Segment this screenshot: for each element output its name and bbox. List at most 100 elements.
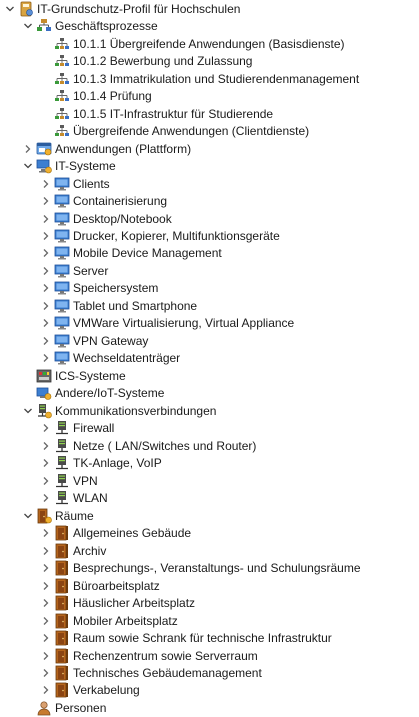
tree-item-server[interactable]: Server [40, 262, 108, 280]
chevron-right-icon[interactable] [40, 632, 52, 644]
tree-item-technisches-gebaeudemanagement[interactable]: Technisches Gebäudemanagement [40, 664, 262, 682]
ics-systems-icon [36, 368, 52, 384]
tree-item-label: IT-Systeme [55, 159, 116, 174]
tree-item-it-grundschutz-profil-fuer-hochschulen[interactable]: IT-Grundschutz-Profil für Hochschulen [4, 0, 240, 18]
tree-item-rechenzentrum-sowie-serverraum[interactable]: Rechenzentrum sowie Serverraum [40, 647, 258, 665]
room-icon [54, 595, 70, 611]
tree-item-10-1-2-bewerbung-und-zulassung[interactable]: 10.1.2 Bewerbung und Zulassung [40, 52, 252, 70]
chevron-right-icon[interactable] [40, 213, 52, 225]
chevron-right-icon[interactable] [40, 335, 52, 347]
tree-item-label: Tablet und Smartphone [73, 298, 198, 313]
tree-item-label: WLAN [73, 491, 108, 506]
tree-item-label: Übergreifende Anwendungen (Clientdienste… [73, 124, 310, 139]
tree-item-vpn-gateway[interactable]: VPN Gateway [40, 332, 148, 350]
tree-item-geschaeftsprozesse[interactable]: Geschäftsprozesse [22, 17, 158, 35]
chevron-right-icon[interactable] [40, 178, 52, 190]
tree-item-besprechungs-veranstaltungs-und-schulungsraeume[interactable]: Besprechungs-, Veranstaltungs- und Schul… [40, 559, 361, 577]
chevron-right-icon[interactable] [22, 143, 34, 155]
chevron-right-icon[interactable] [40, 457, 52, 469]
tree-item-andere-iot-systeme[interactable]: Andere/IoT-Systeme [22, 385, 164, 403]
tree-item-label: Clients [73, 176, 110, 191]
tree-item-personen[interactable]: Personen [22, 699, 106, 717]
tree-item-label: Räume [55, 508, 94, 523]
tree-item-haeuslicher-arbeitsplatz[interactable]: Häuslicher Arbeitsplatz [40, 594, 195, 612]
tree-item-10-1-3-immatrikulation-und-studierendenmanagement[interactable]: 10.1.3 Immatrikulation und Studierendenm… [40, 70, 359, 88]
chevron-down-icon[interactable] [4, 3, 16, 15]
chevron-down-icon[interactable] [22, 160, 34, 172]
chevron-right-icon[interactable] [40, 422, 52, 434]
tree-item-allgemeines-gebaeude[interactable]: Allgemeines Gebäude [40, 524, 191, 542]
chevron-right-icon[interactable] [40, 615, 52, 627]
tree-item-bueroarbeitsplatz[interactable]: Büroarbeitsplatz [40, 577, 160, 595]
tree-item-anwendungen-plattform[interactable]: Anwendungen (Plattform) [22, 140, 191, 158]
tree-item-tk-anlage-voip[interactable]: TK-Anlage, VoIP [40, 454, 162, 472]
tree-item-containerisierung[interactable]: Containerisierung [40, 192, 167, 210]
tree-item-tablet-und-smartphone[interactable]: Tablet und Smartphone [40, 297, 197, 315]
tree-item-clients[interactable]: Clients [40, 175, 110, 193]
tree-item-verkabelung[interactable]: Verkabelung [40, 682, 140, 700]
room-icon [54, 613, 70, 629]
tree-item-vpn[interactable]: VPN [40, 472, 98, 490]
tree-item-wlan[interactable]: WLAN [40, 489, 108, 507]
chevron-right-icon[interactable] [40, 195, 52, 207]
tree-item-drucker-kopierer-multifunktionsgeraete[interactable]: Drucker, Kopierer, Multifunktionsgeräte [40, 227, 280, 245]
chevron-down-icon[interactable] [22, 510, 34, 522]
tree-item-ics-systeme[interactable]: ICS-Systeme [22, 367, 126, 385]
chevron-right-icon[interactable] [40, 265, 52, 277]
tree-item-label: Containerisierung [73, 194, 168, 209]
chevron-right-icon[interactable] [40, 492, 52, 504]
chevron-right-icon[interactable] [40, 475, 52, 487]
process-node-icon [54, 53, 70, 69]
tree-item-label: 10.1.2 Bewerbung und Zulassung [73, 54, 253, 69]
tree-item-10-1-5-it-infrastruktur-fuer-studierende[interactable]: 10.1.5 IT-Infrastruktur für Studierende [40, 105, 273, 123]
tree-item-speichersystem[interactable]: Speichersystem [40, 280, 158, 298]
monitor-icon [54, 245, 70, 261]
chevron-right-icon[interactable] [40, 352, 52, 364]
chevron-right-icon[interactable] [40, 282, 52, 294]
chevron-right-icon[interactable] [40, 562, 52, 574]
chevron-down-icon[interactable] [22, 20, 34, 32]
tree-item-label: 10.1.3 Immatrikulation und Studierendenm… [73, 71, 360, 86]
room-icon [54, 543, 70, 559]
chevron-right-icon[interactable] [40, 317, 52, 329]
profile-book-icon [18, 1, 34, 17]
tree-item-netze-lan-switches-und-router[interactable]: Netze ( LAN/Switches und Router) [40, 437, 256, 455]
chevron-right-icon[interactable] [40, 545, 52, 557]
tree-item-label: Mobiler Arbeitsplatz [73, 613, 178, 628]
tree-item-raeume[interactable]: Räume [22, 507, 94, 525]
chevron-down-icon[interactable] [22, 405, 34, 417]
chevron-right-icon[interactable] [40, 650, 52, 662]
tree-item-kommunikationsverbindungen[interactable]: Kommunikationsverbindungen [22, 402, 216, 420]
chevron-right-icon[interactable] [40, 667, 52, 679]
tree-item-raum-sowie-schrank-fuer-technische-infrastruktur[interactable]: Raum sowie Schrank für technische Infras… [40, 629, 332, 647]
tree-item-firewall[interactable]: Firewall [40, 420, 114, 438]
iot-systems-icon [36, 385, 52, 401]
tree-item-wechseldatentraeger[interactable]: Wechseldatenträger [40, 350, 180, 368]
tree-item-vmware-virtualisierung-virtual-appliance[interactable]: VMWare Virtualisierung, Virtual Applianc… [40, 315, 294, 333]
chevron-right-icon[interactable] [40, 247, 52, 259]
tree-item-mobile-device-management[interactable]: Mobile Device Management [40, 245, 222, 263]
tree-item-label: Geschäftsprozesse [55, 19, 158, 34]
chevron-right-icon[interactable] [40, 440, 52, 452]
monitor-icon [54, 263, 70, 279]
tree-item-desktop-notebook[interactable]: Desktop/Notebook [40, 210, 172, 228]
chevron-right-icon[interactable] [40, 527, 52, 539]
tree-item-label: Netze ( LAN/Switches und Router) [73, 438, 257, 453]
tree-item-10-1-1-uebergreifende-anwendungen-basisdienste[interactable]: 10.1.1 Übergreifende Anwendungen (Basisd… [40, 35, 345, 53]
chevron-right-icon[interactable] [40, 300, 52, 312]
tree-item-it-systeme[interactable]: IT-Systeme [22, 157, 116, 175]
tree-item-archiv[interactable]: Archiv [40, 542, 106, 560]
monitor-icon [54, 228, 70, 244]
tree-item-10-1-4-pruefung[interactable]: 10.1.4 Prüfung [40, 87, 152, 105]
tree-item-mobiler-arbeitsplatz[interactable]: Mobiler Arbeitsplatz [40, 612, 178, 630]
chevron-right-icon[interactable] [40, 684, 52, 696]
tree-item-label: Drucker, Kopierer, Multifunktionsgeräte [73, 228, 280, 243]
tree-item-label: VMWare Virtualisierung, Virtual Applianc… [73, 316, 295, 331]
chevron-right-icon[interactable] [40, 580, 52, 592]
tree-item-uebergreifende-anwendungen-clientdienste[interactable]: Übergreifende Anwendungen (Clientdienste… [40, 122, 309, 140]
chevron-right-icon[interactable] [40, 230, 52, 242]
chevron-right-icon[interactable] [40, 597, 52, 609]
